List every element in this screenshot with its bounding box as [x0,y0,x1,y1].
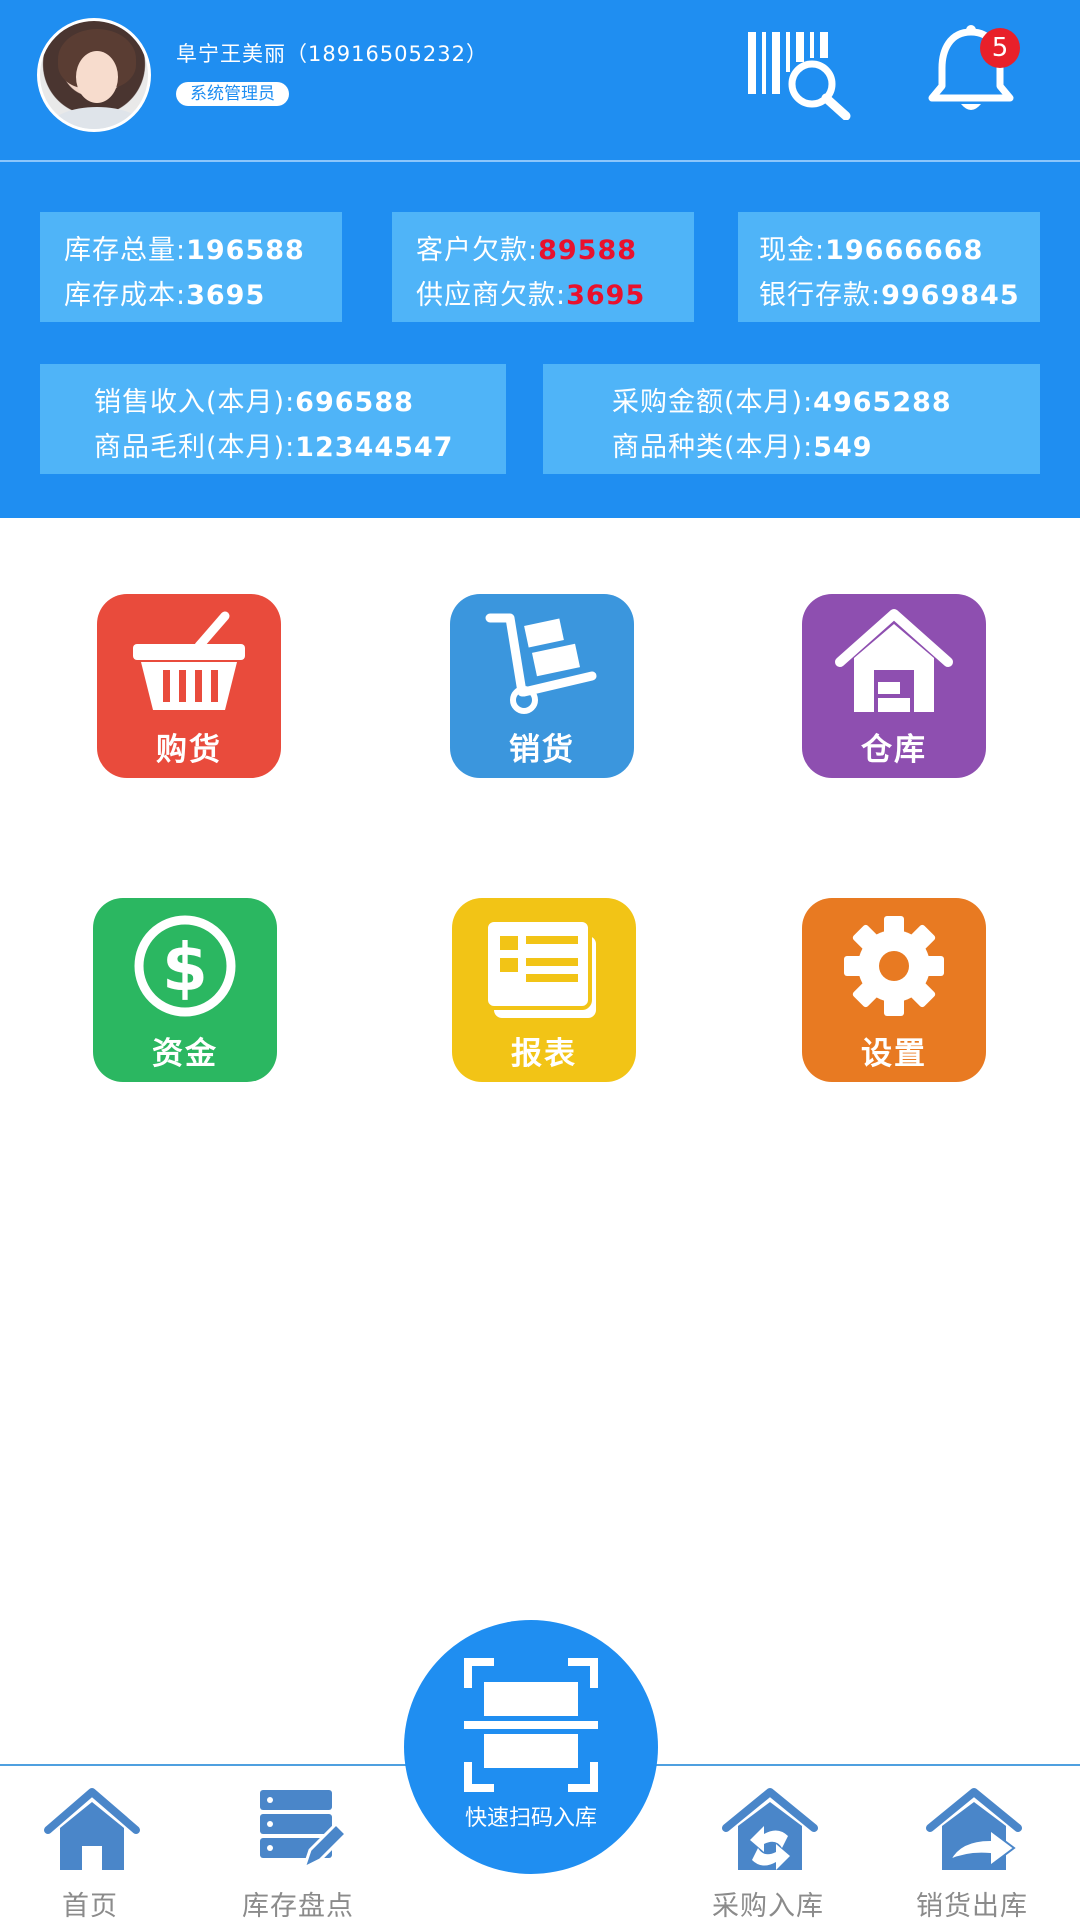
settings-tile[interactable]: 设置 [802,898,986,1082]
stat-label: 银行存款: [759,280,882,311]
stat-value: 549 [813,432,873,463]
stat-value: 3695 [186,280,266,311]
avatar[interactable] [37,18,151,132]
nav-stocktake-label: 库存盘点 [242,1891,354,1922]
home-arrow-in-icon [722,1788,818,1870]
settings-label: 设置 [861,1036,927,1072]
nav-home-label: 首页 [62,1891,118,1922]
stat-label: 销售收入(本月): [94,387,296,418]
sales-tile[interactable]: 销货 [450,594,634,778]
stat-box-cash[interactable]: 现金:19666668 银行存款:9969845 [738,212,1040,322]
nav-home[interactable]: 首页 [0,1766,180,1922]
stat-value: 696588 [295,387,414,418]
report-icon [484,918,596,1018]
stat-value: 4965288 [813,387,952,418]
stat-label: 商品毛利(本月): [94,432,296,463]
warehouse-label: 仓库 [861,732,927,768]
svg-text:$: $ [162,929,208,1006]
barcode-search-icon[interactable] [746,28,856,120]
nav-purchase-in-label: 采购入库 [712,1891,824,1922]
nav-purchase-in[interactable]: 采购入库 [678,1766,858,1922]
warehouse-tile[interactable]: 仓库 [802,594,986,778]
role-badge: 系统管理员 [176,82,289,106]
funds-label: 资金 [152,1036,218,1072]
home-arrow-out-icon [926,1788,1022,1870]
gear-icon [844,916,944,1016]
sales-label: 销货 [509,732,575,768]
stat-value: 3695 [566,280,646,311]
header-divider [0,160,1080,162]
header: 阜宁王美丽（18916505232） 系统管理员 5 库存总量:196588 库… [0,0,1080,518]
user-name: 阜宁王美丽（18916505232） [176,42,488,66]
reports-tile[interactable]: 报表 [452,898,636,1082]
nav-sales-out[interactable]: 销货出库 [882,1766,1062,1922]
stat-value: 9969845 [881,280,1020,311]
purchase-tile[interactable]: 购货 [97,594,281,778]
notification-badge: 5 [980,28,1020,68]
purchase-label: 购货 [156,732,222,768]
dollar-icon: $ [134,915,236,1017]
quick-scan-button[interactable]: 快速扫码入库 [404,1620,658,1874]
stat-label: 客户欠款: [416,235,539,266]
stat-box-inventory[interactable]: 库存总量:196588 库存成本:3695 [40,212,342,322]
scan-frame-icon [464,1658,598,1792]
stat-box-debts[interactable]: 客户欠款:89588 供应商欠款:3695 [392,212,694,322]
home-icon [44,1788,140,1870]
stat-label: 现金: [759,235,826,266]
hand-truck-icon [485,613,597,714]
stat-box-purchase[interactable]: 采购金额(本月):4965288 商品种类(本月):549 [543,364,1040,474]
funds-tile[interactable]: $ 资金 [93,898,277,1082]
reports-label: 报表 [511,1036,577,1072]
stat-label: 库存总量: [64,235,187,266]
nav-stocktake[interactable]: 库存盘点 [208,1766,388,1922]
stat-label: 采购金额(本月): [612,387,814,418]
stat-value: 12344547 [295,432,454,463]
stat-value: 89588 [538,235,638,266]
stat-value: 19666668 [825,235,984,266]
stat-box-sales[interactable]: 销售收入(本月):696588 商品毛利(本月):12344547 [40,364,506,474]
stat-label: 供应商欠款: [416,280,567,311]
stat-label: 商品种类(本月): [612,432,814,463]
database-edit-icon [260,1790,348,1871]
stat-label: 库存成本: [64,280,187,311]
quick-scan-label: 快速扫码入库 [464,1806,597,1831]
stat-value: 196588 [186,235,305,266]
warehouse-icon [835,609,953,712]
nav-sales-out-label: 销货出库 [916,1891,1028,1922]
basket-icon [133,611,245,710]
